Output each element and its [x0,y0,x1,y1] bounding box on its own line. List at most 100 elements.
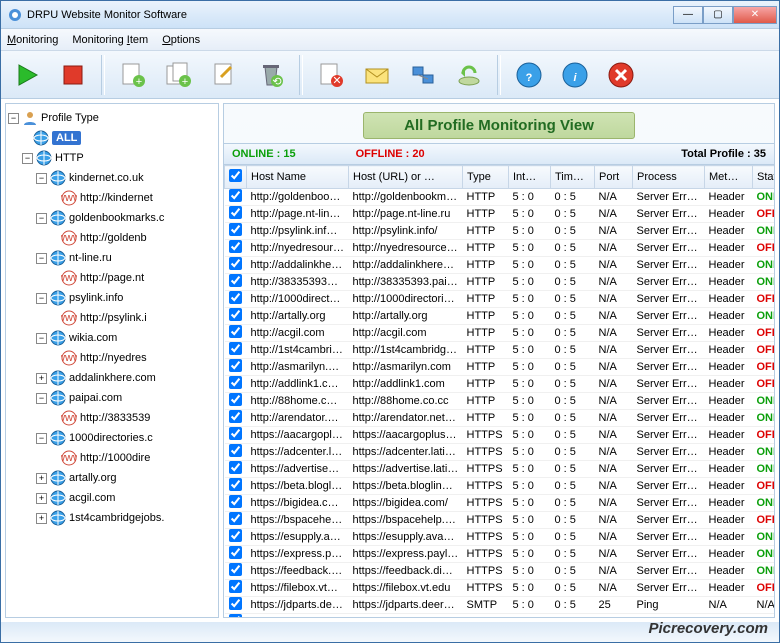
row-checkbox[interactable] [229,427,242,440]
table-row[interactable]: http://psylink.inf…http://psylink.info/H… [225,223,775,240]
table-row[interactable]: http://page.nt-lin…http://page.nt-line.r… [225,206,775,223]
monitor-grid[interactable]: Host NameHost (URL) or …TypeInt…Tim…Port… [224,165,774,617]
row-checkbox[interactable] [229,512,242,525]
row-checkbox[interactable] [229,546,242,559]
table-row[interactable]: http://goldenboo…http://goldenbookm…HTTP… [225,189,775,206]
col-check[interactable] [225,166,247,189]
profile-tree[interactable]: −Profile TypeALL−HTTP−kindernet.co.ukwww… [5,103,219,618]
tree-node[interactable]: −wikia.com [8,328,216,348]
tree-node[interactable]: +artally.org [8,468,216,488]
minimize-button[interactable]: — [673,6,703,24]
maximize-button[interactable]: ▢ [703,6,733,24]
info-button[interactable]: i [557,57,593,93]
table-row[interactable]: https://esupply.a…https://esupply.ava…HT… [225,529,775,546]
refresh-button[interactable] [451,57,487,93]
table-row[interactable]: http://88home.c…http://88home.co.ccHTTP5… [225,393,775,410]
tree-node[interactable]: wwwhttp://3833539 [8,408,216,428]
table-row[interactable]: http://artally.orghttp://artally.orgHTTP… [225,308,775,325]
col-method[interactable]: Met… [705,166,753,189]
col-type[interactable]: Type [463,166,509,189]
row-checkbox[interactable] [229,308,242,321]
tree-node[interactable]: −paipai.com [8,388,216,408]
doc-remove-button[interactable]: ✕ [313,57,349,93]
col-interval[interactable]: Int… [509,166,551,189]
table-row[interactable]: https://filebox.vt…https://filebox.vt.ed… [225,580,775,597]
tree-node[interactable]: −psylink.info [8,288,216,308]
tree-node[interactable]: −goldenbookmarks.c [8,208,216,228]
close-button[interactable]: ✕ [733,6,777,24]
col-port[interactable]: Port [595,166,633,189]
tree-node[interactable]: +1st4cambridgejobs. [8,508,216,528]
row-checkbox[interactable] [229,376,242,389]
tree-node[interactable]: wwwhttp://kindernet [8,188,216,208]
stop-button[interactable] [55,57,91,93]
delete-button[interactable]: ⟲ [253,57,289,93]
row-checkbox[interactable] [229,563,242,576]
table-row[interactable]: https://library.la…https://library.law.s… [225,614,775,618]
row-checkbox[interactable] [229,325,242,338]
menu-monitoring[interactable]: Monitoring [7,34,58,46]
table-row[interactable]: http://addlink1.c…http://addlink1.comHTT… [225,376,775,393]
add-page-button[interactable]: + [115,57,151,93]
tree-node[interactable]: −HTTP [8,148,216,168]
row-checkbox[interactable] [229,189,242,202]
tree-node[interactable]: wwwhttp://psylink.i [8,308,216,328]
table-row[interactable]: http://acgil.comhttp://acgil.comHTTP5 : … [225,325,775,342]
table-row[interactable]: https://bigidea.c…https://bigidea.com/HT… [225,495,775,512]
table-row[interactable]: https://jdparts.de…https://jdparts.deer…… [225,597,775,614]
row-checkbox[interactable] [229,257,242,270]
tree-node[interactable]: −Profile Type [8,108,216,128]
menu-monitoring-item[interactable]: Monitoring Item [72,34,148,46]
table-row[interactable]: https://advertise…https://advertise.lati… [225,461,775,478]
tree-node[interactable]: wwwhttp://page.nt [8,268,216,288]
tree-node[interactable]: +addalinkhere.com [8,368,216,388]
edit-button[interactable] [207,57,243,93]
col-host_url[interactable]: Host (URL) or … [349,166,463,189]
table-row[interactable]: https://express.p…https://express.payl…H… [225,546,775,563]
table-row[interactable]: https://adcenter.l…https://adcenter.lati… [225,444,775,461]
row-checkbox[interactable] [229,342,242,355]
row-checkbox[interactable] [229,597,242,610]
tree-node[interactable]: +acgil.com [8,488,216,508]
row-checkbox[interactable] [229,410,242,423]
row-checkbox[interactable] [229,223,242,236]
row-checkbox[interactable] [229,461,242,474]
row-checkbox[interactable] [229,580,242,593]
add-multi-button[interactable]: + [161,57,197,93]
table-row[interactable]: http://nyedresour…http://nyedresource…HT… [225,240,775,257]
row-checkbox[interactable] [229,393,242,406]
row-checkbox[interactable] [229,359,242,372]
tree-node[interactable]: −1000directories.c [8,428,216,448]
table-row[interactable]: https://bspacehel…https://bspacehelp.…HT… [225,512,775,529]
table-row[interactable]: https://feedback.…https://feedback.di…HT… [225,563,775,580]
table-row[interactable]: http://1st4cambri…http://1st4cambridg…HT… [225,342,775,359]
tree-node[interactable]: wwwhttp://goldenb [8,228,216,248]
play-button[interactable] [9,57,45,93]
help-button[interactable]: ? [511,57,547,93]
row-checkbox[interactable] [229,529,242,542]
table-row[interactable]: http://1000direct…http://1000directori…H… [225,291,775,308]
row-checkbox[interactable] [229,495,242,508]
table-row[interactable]: http://asmarilyn.…http://asmarilyn.comHT… [225,359,775,376]
tree-node[interactable]: −kindernet.co.uk [8,168,216,188]
table-row[interactable]: https://aacargopl…https://aacargoplus…HT… [225,427,775,444]
col-timeout[interactable]: Tim… [551,166,595,189]
tree-node[interactable]: −nt-line.ru [8,248,216,268]
table-row[interactable]: http://arendator.…http://arendator.net…H… [225,410,775,427]
tree-node[interactable]: ALL [8,128,216,148]
network-button[interactable] [405,57,441,93]
table-row[interactable]: http://38335393…http://38335393.pai…HTTP… [225,274,775,291]
row-checkbox[interactable] [229,240,242,253]
tree-node[interactable]: wwwhttp://nyedres [8,348,216,368]
col-process[interactable]: Process [633,166,705,189]
row-checkbox[interactable] [229,274,242,287]
row-checkbox[interactable] [229,206,242,219]
exit-button[interactable] [603,57,639,93]
table-row[interactable]: https://beta.blogl…https://beta.blogline… [225,478,775,495]
mail-button[interactable] [359,57,395,93]
row-checkbox[interactable] [229,614,242,617]
table-row[interactable]: http://addalinkhe…http://addalinkhere…HT… [225,257,775,274]
tree-node[interactable]: wwwhttp://1000dire [8,448,216,468]
col-status[interactable]: Stat… [753,166,775,189]
row-checkbox[interactable] [229,291,242,304]
